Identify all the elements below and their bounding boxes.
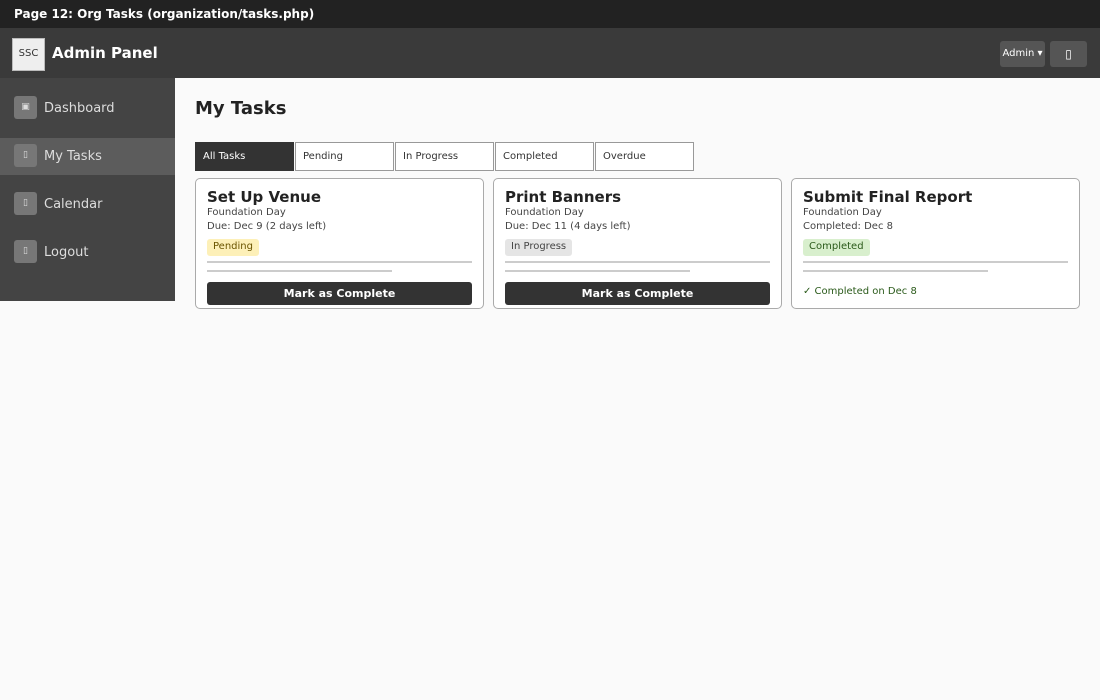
brand-title: Admin Panel [52,44,158,62]
calendar-icon: ▯ [14,192,37,215]
logo: SSC [12,38,45,71]
task-event: Foundation Day [803,207,882,218]
task-completed-date: Completed: Dec 8 [803,221,893,232]
window-title: Page 12: Org Tasks (organization/tasks.p… [0,0,1100,28]
sidebar-item-my-tasks[interactable]: ▯ My Tasks [0,138,175,175]
task-card: Submit Final Report Foundation Day Compl… [791,178,1080,309]
progress-bar [803,270,988,272]
mark-complete-button[interactable]: Mark as Complete [505,282,770,305]
sidebar-item-calendar[interactable]: ▯ Calendar [0,186,175,223]
status-badge: In Progress [505,239,573,256]
admin-menu-button[interactable]: Admin ▾ [1000,41,1045,67]
bell-icon[interactable]: ▯ [1050,41,1087,67]
task-title: Set Up Venue [207,188,322,206]
completed-note: ✓ Completed on Dec 8 [803,286,917,297]
progress-bar [505,270,690,272]
status-badge: Pending [207,239,259,256]
card-divider [207,261,472,263]
sidebar-item-logout[interactable]: ▯ Logout [0,234,175,271]
tab-all-tasks[interactable]: All Tasks [195,142,294,171]
sidebar-item-label: Dashboard [44,101,115,116]
tasks-icon: ▯ [14,144,37,167]
task-title: Print Banners [505,188,622,206]
task-title: Submit Final Report [803,188,973,206]
tab-pending[interactable]: Pending [295,142,394,171]
sidebar-item-label: My Tasks [44,149,102,164]
sidebar-item-dashboard[interactable]: ▣ Dashboard [0,90,175,127]
progress-bar [207,270,392,272]
card-divider [803,261,1068,263]
dashboard-icon: ▣ [14,96,37,119]
task-due-date: Due: Dec 9 (2 days left) [207,221,327,232]
card-divider [505,261,770,263]
tab-completed[interactable]: Completed [495,142,594,171]
tab-overdue[interactable]: Overdue [595,142,694,171]
sidebar: ▣ Dashboard ▯ My Tasks ▯ Calendar ▯ Logo… [0,78,175,301]
mark-complete-button[interactable]: Mark as Complete [207,282,472,305]
task-card: Set Up Venue Foundation Day Due: Dec 9 (… [195,178,484,309]
logout-icon: ▯ [14,240,37,263]
sidebar-item-label: Logout [44,245,89,260]
tab-in-progress[interactable]: In Progress [395,142,494,171]
status-badge: Completed [803,239,870,256]
task-due-date: Due: Dec 11 (4 days left) [505,221,631,232]
top-header: SSC Admin Panel Admin ▾ ▯ [0,28,1100,78]
page-title: My Tasks [195,98,287,119]
task-card: Print Banners Foundation Day Due: Dec 11… [493,178,782,309]
task-event: Foundation Day [505,207,584,218]
task-event: Foundation Day [207,207,286,218]
sidebar-item-label: Calendar [44,197,103,212]
